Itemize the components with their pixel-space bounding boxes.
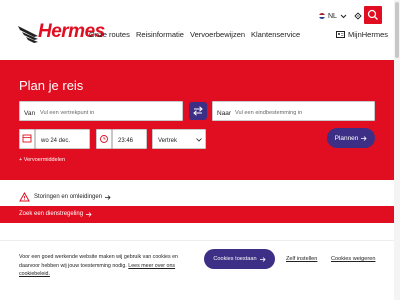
calendar-button[interactable] — [19, 129, 35, 149]
mijn-hermes-link[interactable]: MijnHermes — [336, 30, 388, 39]
mijn-hermes-label: MijnHermes — [348, 30, 389, 39]
cookie-message: Voor een goed werkende website maken wij… — [19, 253, 189, 279]
ticket-icon[interactable] — [353, 11, 363, 21]
disruptions-label: Storingen en omleidingen — [34, 194, 103, 200]
transport-options-link[interactable]: + Vervoermiddelen — [19, 157, 65, 163]
language-code: NL — [328, 12, 337, 20]
search-icon — [367, 9, 378, 20]
calendar-icon — [22, 134, 32, 143]
reject-cookies-link[interactable]: Cookies weigeren — [331, 256, 375, 262]
to-label: Naar — [217, 110, 232, 117]
nav-item-routes[interactable]: Onze routes — [89, 30, 130, 39]
language-selector[interactable]: NL — [319, 11, 363, 21]
departure-select[interactable]: Vertrek — [152, 129, 206, 149]
netherlands-flag-icon — [319, 13, 325, 19]
disruptions-link[interactable]: Storingen en omleidingen — [34, 194, 111, 200]
nav-item-reisinformatie[interactable]: Reisinformatie — [136, 30, 184, 39]
cookie-settings-link[interactable]: Zelf instellen — [286, 256, 317, 262]
nav-item-vervoerbewijzen[interactable]: Vervoerbewijzen — [190, 30, 245, 39]
date-value: wo 24 dec. — [41, 138, 71, 144]
clock-button[interactable] — [96, 129, 112, 149]
account-card-icon — [336, 31, 345, 38]
to-placeholder: Vul een eindbestemming in — [235, 110, 303, 116]
search-button[interactable] — [364, 6, 382, 24]
date-field[interactable]: wo 24 dec. — [35, 129, 90, 149]
arrow-right-icon — [86, 211, 92, 217]
departure-mode: Vertrek — [158, 138, 178, 144]
arrow-right-icon — [361, 135, 367, 141]
to-field[interactable]: Naar Vul een eindbestemming in — [212, 101, 375, 121]
nav-item-klantenservice[interactable]: Klantenservice — [251, 30, 300, 39]
warning-icon — [19, 192, 30, 202]
plan-button[interactable]: Plannen — [327, 128, 375, 148]
time-value: 23:46 — [118, 138, 134, 144]
chevron-down-icon — [340, 14, 347, 18]
arrow-right-icon — [105, 194, 111, 200]
from-label: Van — [24, 110, 36, 117]
find-timetable-label: Zoek een dienstregeling — [19, 211, 84, 217]
clock-icon — [100, 135, 108, 143]
find-timetable-link[interactable]: Zoek een dienstregeling — [19, 211, 92, 217]
page-title: Plan je reis — [19, 78, 84, 93]
swap-arrows-icon — [193, 106, 203, 116]
chevron-down-icon — [196, 138, 202, 142]
from-placeholder: Vul een vertrekpunt in — [40, 110, 95, 116]
plan-button-label: Plannen — [334, 134, 359, 142]
accept-cookies-label: Cookies toestaan — [213, 256, 257, 262]
accept-cookies-button[interactable]: Cookies toestaan — [204, 249, 275, 269]
scrollbar-thumb[interactable] — [395, 2, 399, 58]
swap-button[interactable] — [189, 102, 207, 120]
arrow-right-icon — [259, 256, 266, 262]
time-field[interactable]: 23:46 — [112, 129, 147, 149]
from-field[interactable]: Van Vul een vertrekpunt in — [19, 101, 183, 121]
